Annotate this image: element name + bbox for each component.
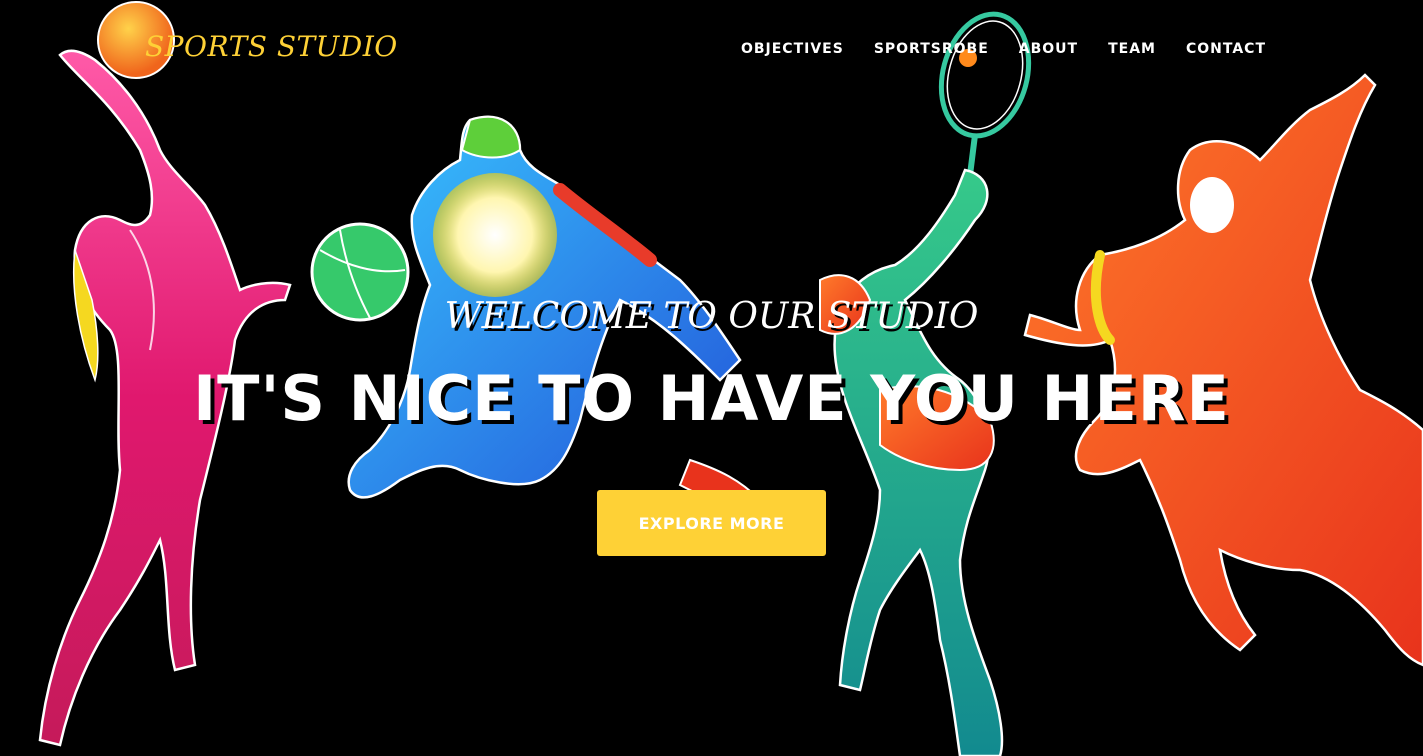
nav-item-contact[interactable]: CONTACT	[1171, 41, 1281, 57]
nav-item-objectives[interactable]: OBJECTIVES	[726, 41, 859, 57]
intro-heading: IT'S NICE TO HAVE YOU HERE	[193, 362, 1230, 435]
explore-more-button[interactable]: EXPLORE MORE	[597, 490, 826, 556]
hero-section: SPORTS STUDIO OBJECTIVES SPORTSROBE ABOU…	[0, 0, 1423, 756]
nav-item-about[interactable]: ABOUT	[1004, 41, 1093, 57]
top-navbar: SPORTS STUDIO OBJECTIVES SPORTSROBE ABOU…	[0, 0, 1423, 100]
brand-logo-text[interactable]: SPORTS STUDIO	[145, 30, 398, 63]
intro-lead-text: WELCOME TO OUR STUDIO	[444, 296, 979, 337]
nav-item-team[interactable]: TEAM	[1093, 41, 1171, 57]
nav-links: OBJECTIVES SPORTSROBE ABOUT TEAM CONTACT	[726, 41, 1281, 57]
nav-item-sportsrobe[interactable]: SPORTSROBE	[859, 41, 1004, 57]
